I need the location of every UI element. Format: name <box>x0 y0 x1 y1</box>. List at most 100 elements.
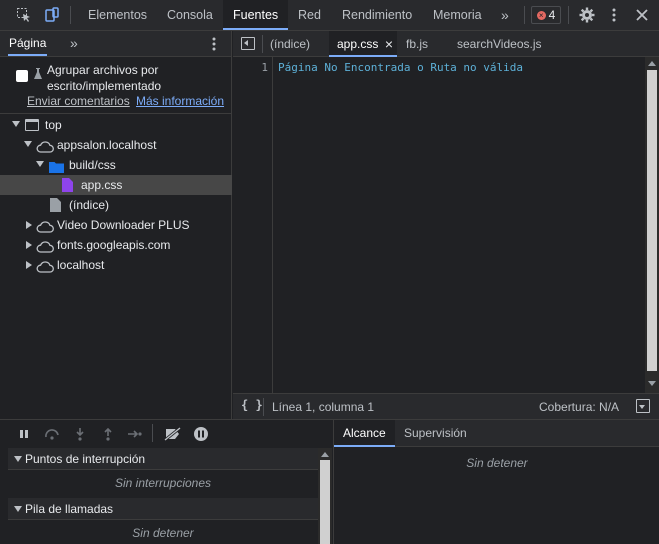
editor-tabbar: (índice) app.css × fb.js searchVideos.js <box>233 31 659 57</box>
step-over-icon[interactable] <box>44 426 60 442</box>
breakpoints-empty: Sin interrupciones <box>114 476 212 490</box>
tree-item-label: app.css <box>81 178 123 192</box>
step-out-icon[interactable] <box>100 426 116 442</box>
kebab-menu-icon[interactable] <box>603 4 625 26</box>
navigator-menu-icon[interactable] <box>212 37 220 51</box>
editor-tab-app-css[interactable]: app.css × <box>329 31 397 57</box>
callstack-empty: Sin detener <box>132 526 194 540</box>
tree-item-label: build/css <box>69 158 116 172</box>
tree-item-label: (índice) <box>69 198 110 212</box>
tree-item-label: Video Downloader PLUS <box>57 218 190 232</box>
tree-item-video-downloader[interactable]: Video Downloader PLUS <box>0 215 232 235</box>
error-count: 4 <box>548 8 556 22</box>
debugger-scrollbar[interactable] <box>318 448 332 544</box>
toolbar-divider <box>152 424 153 442</box>
cloud-icon <box>36 259 54 279</box>
tree-item-app-css[interactable]: app.css <box>0 175 232 195</box>
tree-item-index[interactable]: (índice) <box>0 195 232 215</box>
devtools-toolbar: Elementos Consola Fuentes Red Rendimient… <box>0 0 659 31</box>
inspect-element-icon[interactable] <box>13 4 35 26</box>
scroll-up-icon[interactable] <box>648 61 656 66</box>
callstack-title: Pila de llamadas <box>25 502 114 516</box>
toolbar-divider <box>524 6 525 24</box>
tab-watch[interactable]: Supervisión <box>396 420 475 447</box>
tab-scope[interactable]: Alcance <box>334 420 395 447</box>
step-into-icon[interactable] <box>72 426 88 442</box>
cursor-position: Línea 1, columna 1 <box>272 400 375 414</box>
toolbar-divider <box>568 6 569 24</box>
expand-arrow-icon <box>12 121 20 127</box>
line-gutter: 1 <box>233 57 273 393</box>
toggle-navigator-icon[interactable] <box>241 37 255 50</box>
device-toolbar-icon[interactable] <box>41 4 63 26</box>
tab-memory[interactable]: Memoria <box>423 0 492 30</box>
navigator-tabbar: Página » <box>0 31 231 57</box>
editor-statusbar: { } Línea 1, columna 1 Cobertura: N/A <box>233 393 659 419</box>
scrollbar-thumb[interactable] <box>647 70 657 371</box>
more-tabs-button[interactable]: » <box>491 0 519 30</box>
tab-page[interactable]: Página <box>8 31 48 56</box>
editor-tab-index[interactable]: (índice) <box>262 31 318 57</box>
tree-item-label: fonts.googleapis.com <box>57 238 171 252</box>
line-number: 1 <box>261 61 268 74</box>
editor-scrollbar[interactable] <box>645 57 659 393</box>
group-files-label: Agrupar archivos por escrito/implementad… <box>47 63 162 93</box>
collapse-arrow-icon <box>26 241 32 249</box>
tree-item-build-css[interactable]: build/css <box>0 155 232 175</box>
deactivate-breakpoints-icon[interactable] <box>164 426 182 442</box>
pause-icon[interactable] <box>16 426 32 442</box>
scope-pane: Alcance Supervisión Sin detener <box>333 420 659 544</box>
scope-empty: Sin detener <box>466 456 528 470</box>
frame-icon <box>25 119 39 131</box>
breakpoints-title: Puntos de interrupción <box>25 452 146 466</box>
tree-item-localhost[interactable]: localhost <box>0 255 232 275</box>
expand-arrow-icon <box>24 141 32 147</box>
tab-elements[interactable]: Elementos <box>78 0 157 30</box>
tree-item-label: appsalon.localhost <box>57 138 157 152</box>
breakpoints-header[interactable]: Puntos de interrupción <box>8 448 318 470</box>
toolbar-divider <box>263 398 264 416</box>
close-tab-icon[interactable]: × <box>385 31 393 57</box>
tree-item-fonts-googleapis[interactable]: fonts.googleapis.com <box>0 235 232 255</box>
close-icon[interactable] <box>631 4 653 26</box>
error-icon: × <box>536 10 546 20</box>
divider <box>0 113 231 114</box>
tab-performance[interactable]: Rendimiento <box>332 0 422 30</box>
expand-arrow-icon <box>14 456 22 462</box>
group-files-checkbox[interactable] <box>16 70 28 82</box>
debugger-pane: Puntos de interrupción Sin interrupcione… <box>0 419 659 544</box>
callstack-header[interactable]: Pila de llamadas <box>8 498 318 520</box>
coverage-status: Cobertura: N/A <box>539 400 620 414</box>
editor-tab-fb-js[interactable]: fb.js <box>398 31 436 57</box>
tab-network[interactable]: Red <box>288 0 331 30</box>
more-navigator-tabs[interactable]: » <box>70 31 78 56</box>
code-line[interactable]: Página No Encontrada o Ruta no válida <box>278 61 523 74</box>
tree-item-top[interactable]: top <box>0 115 232 135</box>
tab-sources[interactable]: Fuentes <box>223 0 289 30</box>
send-feedback-link[interactable]: Enviar comentarios <box>27 94 130 108</box>
gear-icon[interactable] <box>576 4 598 26</box>
experiment-flask-icon <box>34 68 42 80</box>
scroll-down-icon[interactable] <box>648 381 656 386</box>
tree-item-appsalon[interactable]: appsalon.localhost <box>0 135 232 155</box>
editor-tab-searchvideos-js[interactable]: searchVideos.js <box>449 31 550 57</box>
error-counter[interactable]: × 4 <box>531 6 561 24</box>
editor-tab-label: app.css <box>337 37 379 51</box>
collapse-arrow-icon <box>26 221 32 229</box>
tree-item-label: localhost <box>57 258 105 272</box>
pretty-print-icon[interactable]: { } <box>241 398 263 412</box>
expand-arrow-icon <box>36 161 44 167</box>
step-icon[interactable] <box>127 426 143 442</box>
more-info-link[interactable]: Más información <box>136 94 224 108</box>
tree-item-label: top <box>45 118 62 132</box>
sources-navigator: Página » Agrupar archivos por escrito/im… <box>0 31 232 419</box>
tab-console[interactable]: Consola <box>157 0 223 30</box>
collapse-arrow-icon <box>26 261 32 269</box>
toolbar-divider <box>70 6 71 24</box>
scope-tabbar: Alcance Supervisión <box>334 420 659 447</box>
source-editor: (índice) app.css × fb.js searchVideos.js… <box>233 31 659 419</box>
scrollbar-thumb[interactable] <box>320 460 330 544</box>
toggle-drawer-icon[interactable] <box>636 399 650 413</box>
pause-on-exceptions-icon[interactable] <box>193 426 209 442</box>
scroll-up-icon[interactable] <box>321 452 329 457</box>
